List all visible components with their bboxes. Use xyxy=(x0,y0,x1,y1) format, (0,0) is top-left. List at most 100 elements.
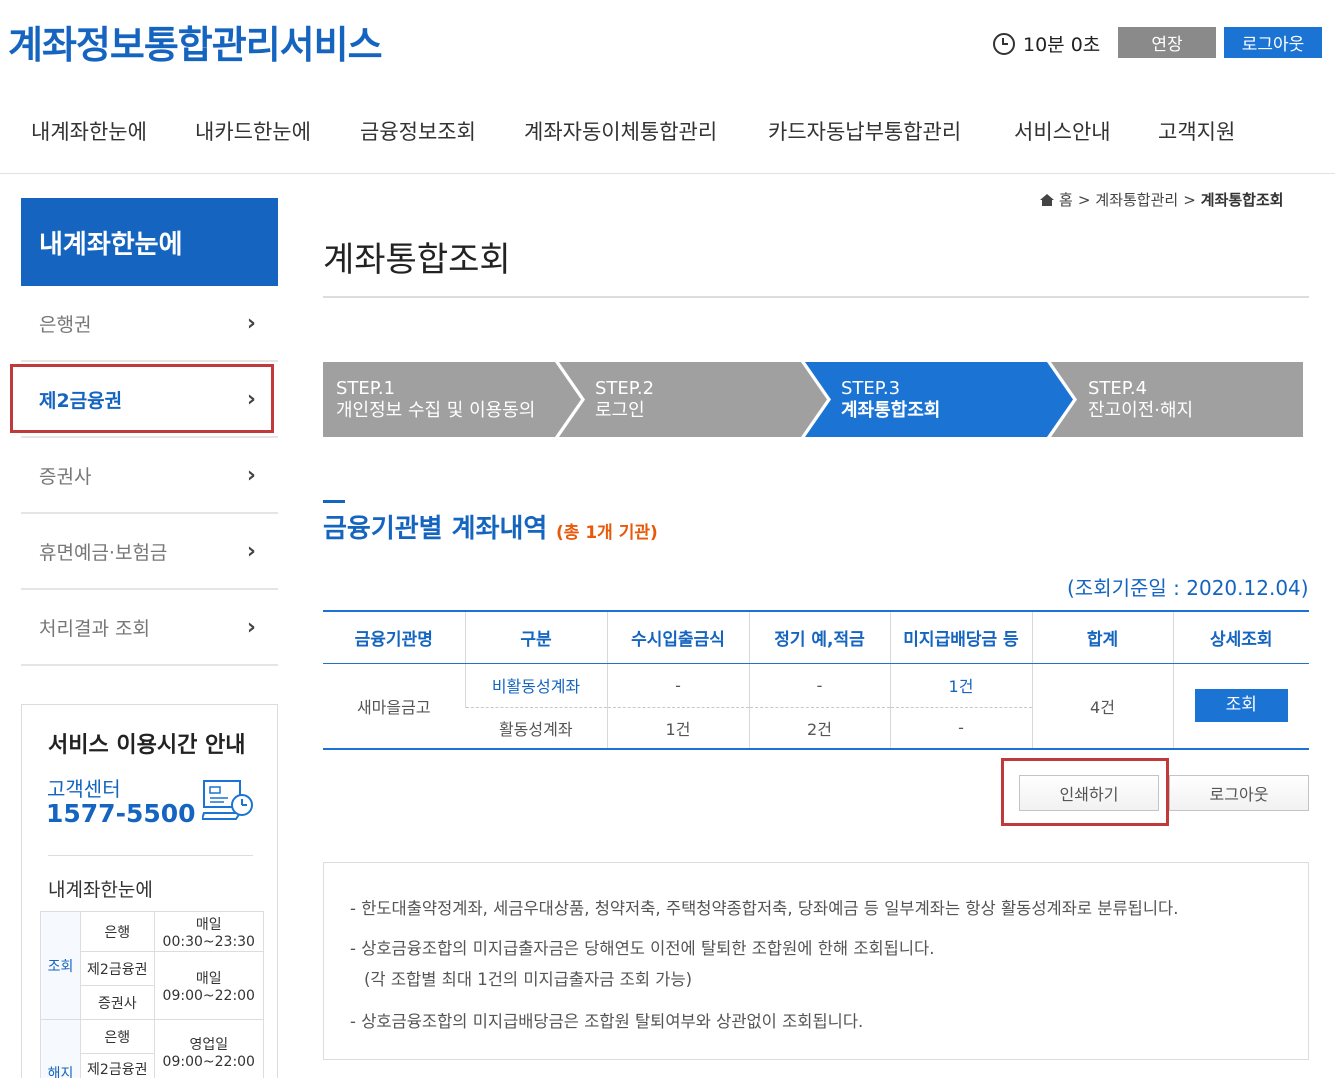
service-row-label: 제2금융권 xyxy=(80,1053,155,1078)
breadcrumb-home[interactable]: 홈 xyxy=(1059,189,1073,210)
institution-count: (총 1개 기관) xyxy=(556,523,658,543)
col-header-detail: 상세조회 xyxy=(1172,610,1309,664)
notice-box: - 한도대출약정계좌, 세금우대상품, 청약저축, 주택청약종합저축, 당좌예금… xyxy=(323,862,1309,1060)
gnb-financial-info[interactable]: 금융정보조회 xyxy=(360,116,476,146)
section-title-bar xyxy=(323,500,345,503)
timer-text: 10분 0초 xyxy=(1023,34,1101,56)
cell-total: 4건 xyxy=(1031,663,1173,750)
group-label-inquiry: 조회 xyxy=(40,911,81,1020)
service-row-label: 은행 xyxy=(80,911,155,952)
sidebar-item-securities[interactable]: 증권사 › xyxy=(21,438,278,514)
breadcrumb-separator: > xyxy=(1183,190,1196,209)
notice-line: - 상호금융조합의 미지급출자금은 당해연도 이전에 탈퇴한 조합원에 한해 조… xyxy=(350,939,935,958)
sidebar-menu: 은행권 › 제2금융권 › 증권사 › 휴면예금·보험금 › 처리결과 조회 › xyxy=(21,286,278,666)
breadcrumb-separator: > xyxy=(1077,190,1091,209)
customer-center-label: 고객센터 xyxy=(47,777,121,801)
breadcrumb: 홈 > 계좌통합관리 > 계좌통합조회 xyxy=(1040,189,1284,210)
gnb-my-cards[interactable]: 내카드한눈에 xyxy=(195,116,311,146)
notice-line: - 상호금융조합의 미지급배당금은 조합원 탈퇴여부와 상관없이 조회됩니다. xyxy=(350,1012,864,1031)
breadcrumb-current: 계좌통합조회 xyxy=(1200,191,1284,209)
step-name: 잔고이전·해지 xyxy=(1088,400,1194,421)
session-timer: 10분 0초 xyxy=(993,30,1100,57)
step-3-current: STEP.3 계좌통합조회 xyxy=(828,362,940,437)
service-row-label: 증권사 xyxy=(80,985,155,1020)
service-row-label: 은행 xyxy=(80,1019,155,1054)
notice-line: - 한도대출약정계좌, 세금우대상품, 청약저축, 주택청약종합저축, 당좌예금… xyxy=(350,899,1179,918)
chevron-right-icon: › xyxy=(246,538,256,564)
sidebar-item-dormant[interactable]: 휴면예금·보험금 › xyxy=(21,514,278,590)
step-number: STEP.1 xyxy=(336,378,396,399)
table-header-row: 금융기관명 구분 수시입출금식 정기 예,적금 미지급배당금 등 합계 상세조회 xyxy=(323,610,1309,664)
service-divider xyxy=(48,855,253,856)
service-subtitle: 내계좌한눈에 xyxy=(48,879,153,901)
step-name: 개인정보 수집 및 이용동의 xyxy=(336,400,536,421)
sidebar-item-bank[interactable]: 은행권 › xyxy=(21,286,278,362)
sidebar-item-label: 처리결과 조회 xyxy=(39,617,150,640)
page-title: 계좌통합조회 xyxy=(323,240,511,280)
service-hours-table: 조회 은행 매일 00:30~23:30 제2금융권 매일 09:00~22:00 … xyxy=(40,911,265,1078)
sidebar-item-results[interactable]: 처리결과 조회 › xyxy=(21,590,278,666)
title-divider xyxy=(323,296,1309,298)
cell-savings: - xyxy=(748,663,890,708)
cell-savings: 2건 xyxy=(748,707,890,750)
cell-demand: 1건 xyxy=(606,707,749,750)
step-name: 계좌통합조회 xyxy=(841,400,941,421)
type-active: 활동성계좌 xyxy=(465,707,607,750)
col-header-savings: 정기 예,적금 xyxy=(748,610,890,664)
col-header-type: 구분 xyxy=(464,610,607,664)
col-header-demand: 수시입출금식 xyxy=(606,610,749,664)
table-row: 새마을금고 비활동성계좌 - - 1건 4건 조회 xyxy=(323,663,1309,750)
step-progress: STEP.1 개인정보 수집 및 이용동의 STEP.2 로그인 STEP.3 … xyxy=(323,362,1303,437)
gnb-customer-support[interactable]: 고객지원 xyxy=(1158,116,1235,146)
step-name: 로그인 xyxy=(595,400,645,421)
step-number: STEP.2 xyxy=(595,378,655,399)
institution-name: 새마을금고 xyxy=(323,663,465,750)
global-navigation: 내계좌한눈에 내카드한눈에 금융정보조회 계좌자동이체통합관리 카드자동납부통합… xyxy=(0,112,1335,174)
sidebar-item-label: 휴면예금·보험금 xyxy=(39,541,168,564)
step-4: STEP.4 잔고이전·해지 xyxy=(1075,362,1193,437)
cell-detail: 조회 xyxy=(1172,663,1309,750)
cell-dividend[interactable]: 1건 xyxy=(889,663,1032,708)
col-header-institution: 금융기관명 xyxy=(323,610,465,664)
chevron-right-icon: › xyxy=(246,462,256,488)
logout-button-top[interactable]: 로그아웃 xyxy=(1224,27,1322,58)
cell-dividend: - xyxy=(889,707,1032,750)
logout-button-bottom[interactable]: 로그아웃 xyxy=(1169,775,1309,811)
col-header-total: 합계 xyxy=(1031,610,1173,664)
gnb-service-guide[interactable]: 서비스안내 xyxy=(1014,116,1111,146)
type-inactive[interactable]: 비활동성계좌 xyxy=(464,663,607,708)
reference-date: (조회기준일 : 2020.12.04) xyxy=(1067,576,1309,600)
extend-session-button[interactable]: 연장 xyxy=(1118,27,1216,58)
sidebar-item-label: 증권사 xyxy=(39,465,92,488)
step-1: STEP.1 개인정보 수집 및 이용동의 xyxy=(323,362,535,437)
chevron-right-icon: › xyxy=(246,614,256,640)
section-title: 금융기관별 계좌내역 xyxy=(323,514,548,544)
cell-demand: - xyxy=(606,663,749,708)
print-highlight-box xyxy=(1001,758,1169,826)
customer-center-phone: 1577-5500 xyxy=(46,799,196,828)
step-number: STEP.4 xyxy=(1088,378,1148,399)
service-row-time: 매일 00:30~23:30 xyxy=(153,911,265,952)
step-2: STEP.2 로그인 xyxy=(582,362,654,437)
breadcrumb-level1[interactable]: 계좌통합관리 xyxy=(1095,189,1178,210)
sidebar-highlight-box xyxy=(10,364,274,433)
service-hours-title: 서비스 이용시간 안내 xyxy=(48,733,246,758)
account-table: 금융기관명 구분 수시입출금식 정기 예,적금 미지급배당금 등 합계 상세조회… xyxy=(323,610,1309,750)
site-logo[interactable]: 계좌정보통합관리서비스 xyxy=(8,14,383,69)
computer-clock-icon xyxy=(202,780,253,820)
service-row-time: 영업일 09:00~22:00 xyxy=(153,1019,265,1078)
group-label-cancel: 해지 xyxy=(40,1019,81,1078)
sidebar-item-label: 은행권 xyxy=(39,313,92,336)
chevron-right-icon: › xyxy=(246,310,256,336)
sidebar-title: 내계좌한눈에 xyxy=(21,198,278,286)
col-header-dividend: 미지급배당금 등 xyxy=(889,610,1032,664)
notice-line: (각 조합별 최대 1건의 미지급출자금 조회 가능) xyxy=(364,970,693,989)
step-number: STEP.3 xyxy=(841,378,901,399)
gnb-my-accounts[interactable]: 내계좌한눈에 xyxy=(31,116,147,146)
view-detail-button[interactable]: 조회 xyxy=(1194,689,1288,723)
clock-icon xyxy=(993,32,1015,55)
home-icon[interactable] xyxy=(1040,193,1054,206)
gnb-auto-transfer[interactable]: 계좌자동이체통합관리 xyxy=(524,116,717,146)
gnb-card-auto-pay[interactable]: 카드자동납부통합관리 xyxy=(768,116,961,146)
service-hours-box: 서비스 이용시간 안내 고객센터 1577-5500 내계좌한눈에 조회 은행 … xyxy=(21,704,278,1078)
